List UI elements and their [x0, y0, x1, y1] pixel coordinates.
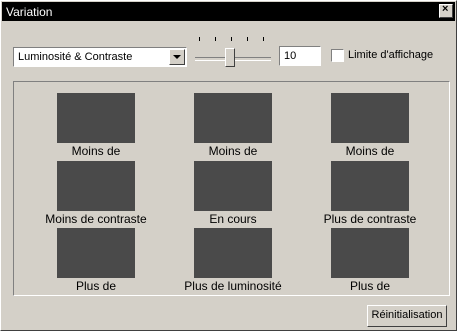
display-limit-label[interactable]: Limite d'affichage — [348, 49, 433, 61]
amount-slider[interactable] — [195, 37, 271, 73]
variant-label: Plus de contraste — [323, 212, 417, 226]
mode-select-value: Luminosité & Contraste — [18, 51, 133, 63]
slider-tick — [215, 37, 216, 41]
variant-preview[interactable] — [331, 161, 409, 211]
variant-less-3[interactable]: Moins de — [305, 93, 435, 158]
close-icon: × — [442, 3, 449, 15]
amount-input-value: 10 — [284, 50, 297, 62]
variant-preview[interactable] — [57, 228, 135, 278]
variant-less-contrast[interactable]: Moins de contraste — [31, 161, 161, 226]
variant-label: En cours — [209, 212, 257, 226]
slider-tick — [263, 37, 264, 41]
slider-thumb[interactable] — [225, 48, 235, 67]
variant-less-1[interactable]: Moins de — [31, 93, 161, 158]
variant-label: Plus de — [75, 279, 117, 293]
title-bar[interactable]: Variation × — [2, 2, 455, 21]
variations-panel: Moins de Moins de Moins de Moins de cont… — [13, 81, 450, 296]
variant-label: Moins de contraste — [45, 212, 147, 226]
slider-tick — [231, 37, 232, 41]
variant-preview[interactable] — [57, 93, 135, 143]
variant-label: Moins de — [208, 144, 258, 158]
variant-label: Moins de — [345, 144, 395, 158]
variant-preview[interactable] — [194, 93, 272, 143]
close-button[interactable]: × — [439, 3, 453, 18]
variant-preview[interactable] — [194, 228, 272, 278]
mode-select[interactable]: Luminosité & Contraste — [13, 47, 187, 67]
slider-tick — [247, 37, 248, 41]
amount-input[interactable]: 10 — [279, 46, 321, 66]
chevron-down-icon[interactable] — [169, 49, 185, 65]
variant-label: Plus de luminosité — [184, 279, 282, 293]
variant-more-3[interactable]: Plus de — [305, 228, 435, 293]
variant-preview[interactable] — [331, 228, 409, 278]
variant-less-2[interactable]: Moins de — [168, 93, 298, 158]
variant-current[interactable]: En cours — [168, 161, 298, 226]
variant-more-brightness[interactable]: Plus de luminosité — [168, 228, 298, 293]
variant-label: Moins de — [71, 144, 121, 158]
reset-button[interactable]: Réinitialisation — [367, 305, 447, 327]
variant-label: Plus de — [349, 279, 391, 293]
window-title: Variation — [6, 5, 53, 19]
variant-preview[interactable] — [331, 93, 409, 143]
variant-preview[interactable] — [194, 161, 272, 211]
variant-preview[interactable] — [57, 161, 135, 211]
display-limit-checkbox[interactable] — [331, 49, 344, 62]
variant-more-1[interactable]: Plus de — [31, 228, 161, 293]
variation-window: Variation × Luminosité & Contraste 10 Li… — [0, 0, 457, 331]
variant-more-contrast[interactable]: Plus de contraste — [305, 161, 435, 226]
slider-tick — [199, 37, 200, 41]
